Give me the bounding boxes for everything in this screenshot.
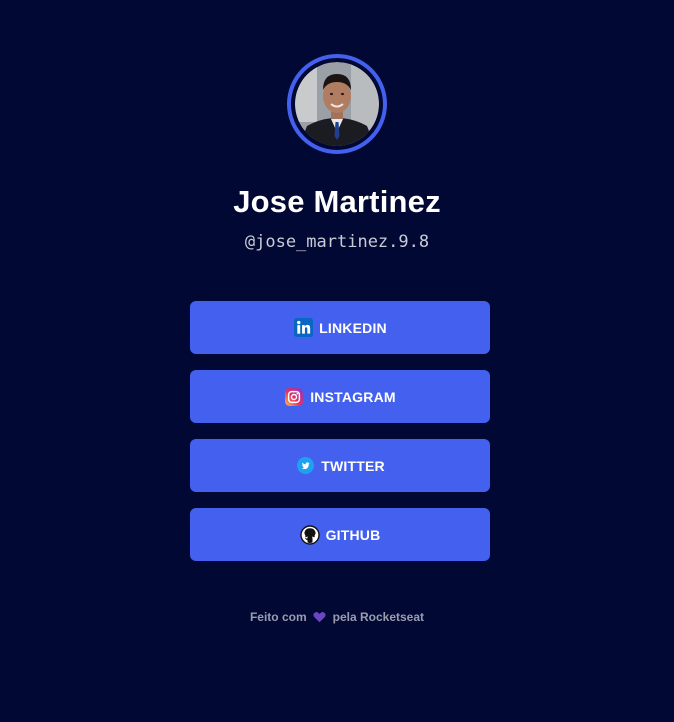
heart-icon (313, 610, 327, 624)
linkedin-icon (293, 318, 313, 338)
github-button[interactable]: GITHUB (190, 508, 490, 561)
linkedin-button[interactable]: LINKEDIN (190, 301, 490, 354)
profile-name: Jose Martinez (233, 184, 441, 219)
instagram-label: INSTAGRAM (310, 388, 396, 405)
twitter-icon (295, 456, 315, 476)
github-icon (299, 524, 320, 545)
linkedin-label: LINKEDIN (319, 319, 387, 336)
avatar-ring (287, 54, 387, 154)
footer-suffix: pela Rocketseat (332, 610, 425, 624)
profile-handle: @jose_martinez.9.8 (244, 232, 430, 252)
twitter-button[interactable]: TWITTER (190, 439, 490, 492)
github-label: GITHUB (325, 526, 381, 543)
profile-section: Jose Martinez @jose_martinez.9.8 (0, 54, 674, 253)
instagram-icon (284, 387, 304, 407)
links-list: LINKEDIN INSTAGRAM TWITTER GITHUB (190, 301, 490, 561)
footer-prefix: Feito com (249, 610, 307, 624)
instagram-button[interactable]: INSTAGRAM (190, 370, 490, 423)
footer: Feito com pela Rocketseat (0, 610, 674, 624)
twitter-label: TWITTER (321, 457, 385, 474)
avatar (295, 62, 379, 146)
